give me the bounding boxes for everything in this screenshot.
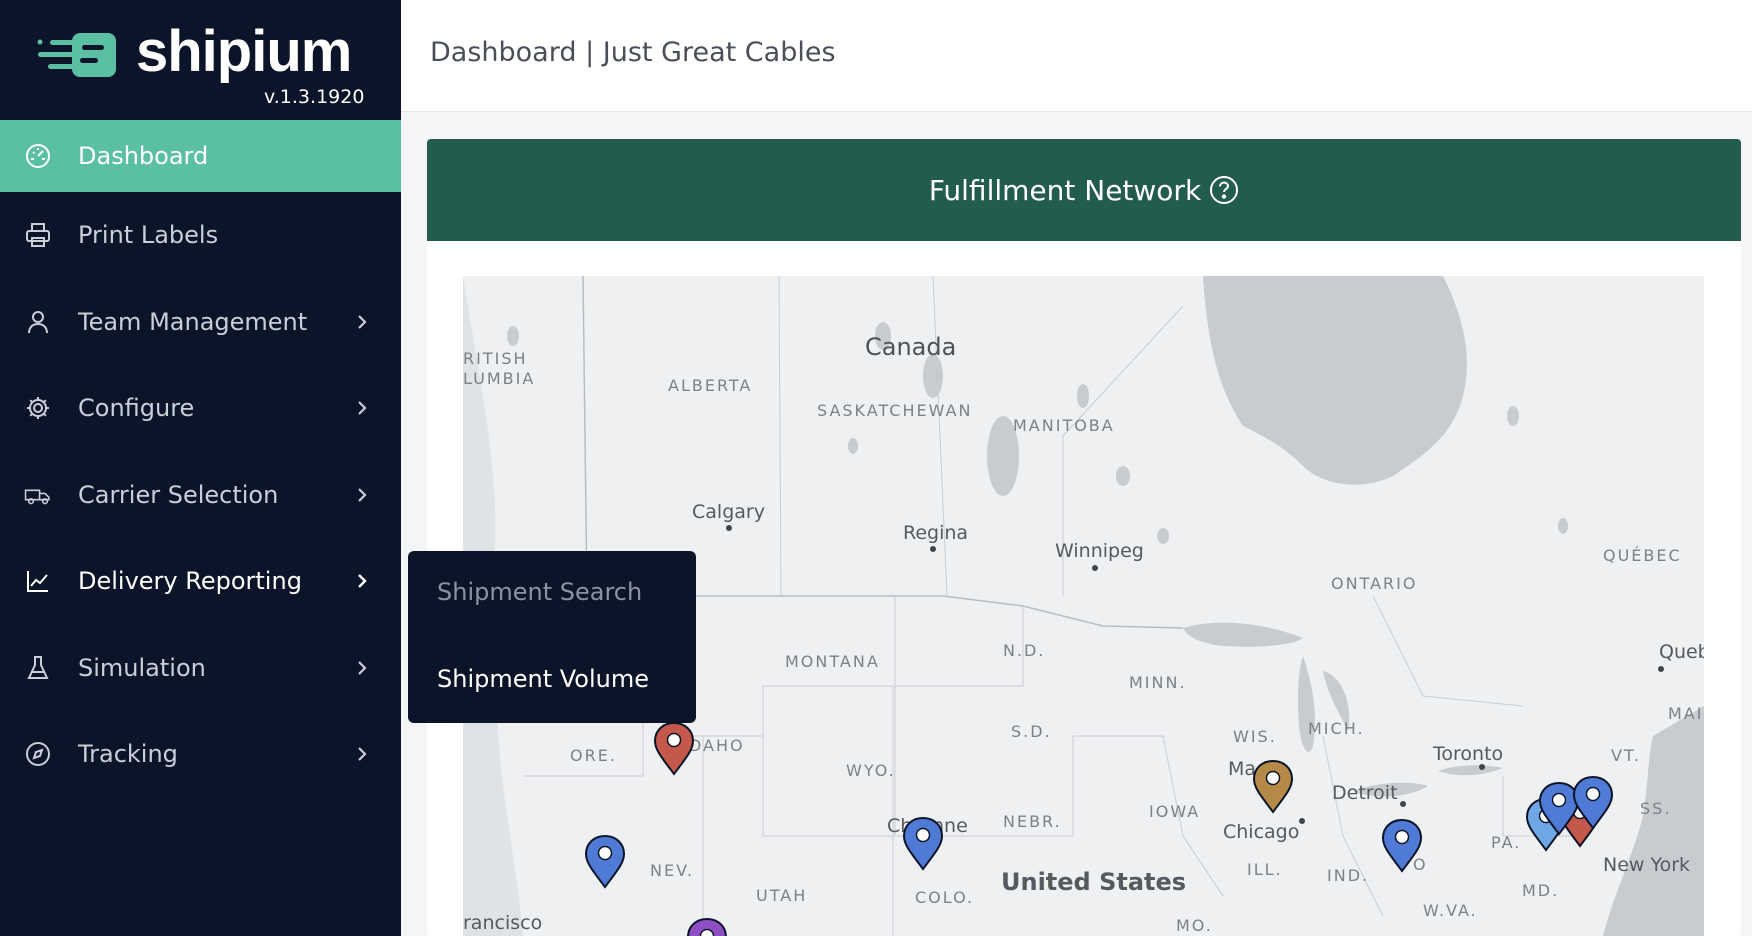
chevron-right-icon bbox=[358, 314, 367, 329]
city-dot bbox=[930, 546, 936, 552]
map-label-city: New York bbox=[1603, 854, 1691, 876]
sidebar-item-label: Carrier Selection bbox=[78, 480, 279, 509]
map-label-region: QUÉBEC bbox=[1603, 546, 1682, 565]
card-header: Fulfillment Network bbox=[427, 139, 1741, 241]
chevron-right-icon bbox=[358, 660, 367, 675]
sidebar-item-label: Delivery Reporting bbox=[78, 567, 302, 596]
map-label-country: Canada bbox=[865, 333, 957, 361]
map-label-city: rancisco bbox=[463, 912, 543, 934]
compass-icon bbox=[24, 740, 52, 768]
page-title: Dashboard | Just Great Cables bbox=[430, 37, 836, 68]
map-label-country: United States bbox=[1001, 868, 1187, 896]
map-label-region: ILL. bbox=[1247, 860, 1283, 879]
map-label-region: MONTANA bbox=[785, 652, 880, 671]
city-dot bbox=[1299, 818, 1305, 824]
sidebar-item-dashboard[interactable]: Dashboard bbox=[0, 120, 401, 192]
sidebar-item-simulation[interactable]: Simulation bbox=[0, 625, 401, 712]
sidebar-item-delivery-reporting[interactable]: Delivery Reporting bbox=[0, 538, 401, 625]
map-label-city: Chicago bbox=[1223, 821, 1300, 843]
sidebar-item-team-management[interactable]: Team Management bbox=[0, 279, 401, 366]
map-label-city: Winnipeg bbox=[1055, 540, 1144, 562]
map-label-region: MAI bbox=[1668, 704, 1704, 723]
delivery-reporting-submenu: Shipment Search Shipment Volume bbox=[408, 551, 696, 723]
sidebar-item-print-labels[interactable]: Print Labels bbox=[0, 192, 401, 279]
map-label-region: COLO. bbox=[915, 888, 975, 907]
map-label-region: ALBERTA bbox=[668, 376, 753, 395]
user-icon bbox=[24, 308, 52, 336]
submenu-item-shipment-volume[interactable]: Shipment Volume bbox=[437, 665, 649, 693]
map-label-region: NEBR. bbox=[1003, 812, 1062, 831]
map-label-region: ONTARIO bbox=[1331, 574, 1418, 593]
city-dot bbox=[1092, 565, 1098, 571]
map-label-city: Calgary bbox=[692, 501, 765, 523]
map-pin-icon[interactable] bbox=[901, 815, 945, 871]
map-label-region: IND. bbox=[1327, 866, 1370, 885]
city-dot bbox=[1479, 764, 1485, 770]
map-label-region: UTAH bbox=[756, 886, 808, 905]
map-label-region: MICH. bbox=[1308, 719, 1365, 738]
truck-icon bbox=[24, 481, 52, 509]
chevron-right-icon bbox=[358, 487, 367, 502]
city-dot bbox=[1658, 666, 1664, 672]
sidebar-item-carrier-selection[interactable]: Carrier Selection bbox=[0, 452, 401, 539]
brand-name: shipium bbox=[136, 19, 352, 84]
map-label-region: DAHO bbox=[689, 736, 745, 755]
printer-icon bbox=[24, 221, 52, 249]
line-chart-icon bbox=[24, 567, 52, 595]
city-dot bbox=[1400, 801, 1406, 807]
chevron-right-icon bbox=[358, 747, 367, 762]
brand: shipium v.1.3.1920 bbox=[0, 0, 401, 120]
sidebar-item-label: Print Labels bbox=[78, 221, 219, 250]
sidebar: shipium v.1.3.1920 Dashboard Print Label… bbox=[0, 0, 401, 936]
map-pin-icon[interactable] bbox=[1251, 758, 1295, 814]
map-label-city: Regina bbox=[903, 522, 969, 544]
map-label-region: NEV. bbox=[650, 861, 695, 880]
chevron-right-icon bbox=[358, 574, 367, 589]
card-title: Fulfillment Network bbox=[928, 173, 1202, 207]
map-label-region: ORE. bbox=[570, 746, 617, 765]
map-label-region: N.D. bbox=[1003, 641, 1046, 660]
map-label-region: SASKATCHEWAN bbox=[817, 401, 973, 420]
map-label-region: IOWA bbox=[1149, 802, 1201, 821]
map-pin-icon[interactable] bbox=[1571, 774, 1615, 830]
chevron-right-icon bbox=[358, 401, 367, 416]
map-label-city: Toronto bbox=[1433, 743, 1504, 765]
map-pin-icon[interactable] bbox=[652, 720, 696, 776]
top-bar: Dashboard | Just Great Cables bbox=[401, 0, 1752, 112]
map-label-region: MD. bbox=[1522, 881, 1560, 900]
map-label-region: SS. bbox=[1640, 799, 1672, 818]
map-label-region: LUMBIA bbox=[463, 369, 536, 388]
city-dot bbox=[726, 525, 732, 531]
sidebar-item-tracking[interactable]: Tracking bbox=[0, 711, 401, 798]
sidebar-item-label: Configure bbox=[78, 394, 195, 423]
sidebar-item-configure[interactable]: Configure bbox=[0, 365, 401, 452]
sidebar-nav: Dashboard Print Labels Team Management C… bbox=[0, 120, 401, 798]
map-label-region: W.VA. bbox=[1423, 901, 1478, 920]
map-pin-icon[interactable] bbox=[583, 833, 627, 889]
map-label-region: S.D. bbox=[1011, 722, 1052, 741]
sidebar-item-label: Dashboard bbox=[78, 142, 209, 170]
flask-icon bbox=[24, 654, 52, 682]
map-label-region: RITISH bbox=[463, 349, 528, 368]
help-circle-icon[interactable] bbox=[1209, 175, 1239, 205]
map-pin-icon[interactable] bbox=[685, 916, 729, 936]
sidebar-item-label: Team Management bbox=[78, 307, 308, 336]
submenu-item-shipment-search[interactable]: Shipment Search bbox=[437, 578, 642, 606]
map-label-region: MO. bbox=[1176, 916, 1213, 935]
map-label-region: MINN. bbox=[1129, 673, 1187, 692]
map-label-city: Quebec bbox=[1659, 641, 1704, 663]
map-label-region: WIS. bbox=[1233, 727, 1277, 746]
gear-icon bbox=[24, 394, 52, 422]
map-label-region: MANITOBA bbox=[1013, 416, 1115, 435]
dashboard-gauge-icon bbox=[24, 142, 52, 170]
map-label-region: VT. bbox=[1611, 746, 1641, 765]
shipium-logo-icon bbox=[37, 33, 116, 77]
sidebar-item-label: Tracking bbox=[78, 740, 178, 769]
map-pin-icon[interactable] bbox=[1380, 817, 1424, 873]
map-label-region: PA. bbox=[1491, 833, 1522, 852]
map-label-city: Detroit bbox=[1332, 782, 1398, 804]
app-version: v.1.3.1920 bbox=[264, 86, 365, 108]
map-label-region: WYO. bbox=[846, 761, 896, 780]
sidebar-item-label: Simulation bbox=[78, 653, 206, 682]
